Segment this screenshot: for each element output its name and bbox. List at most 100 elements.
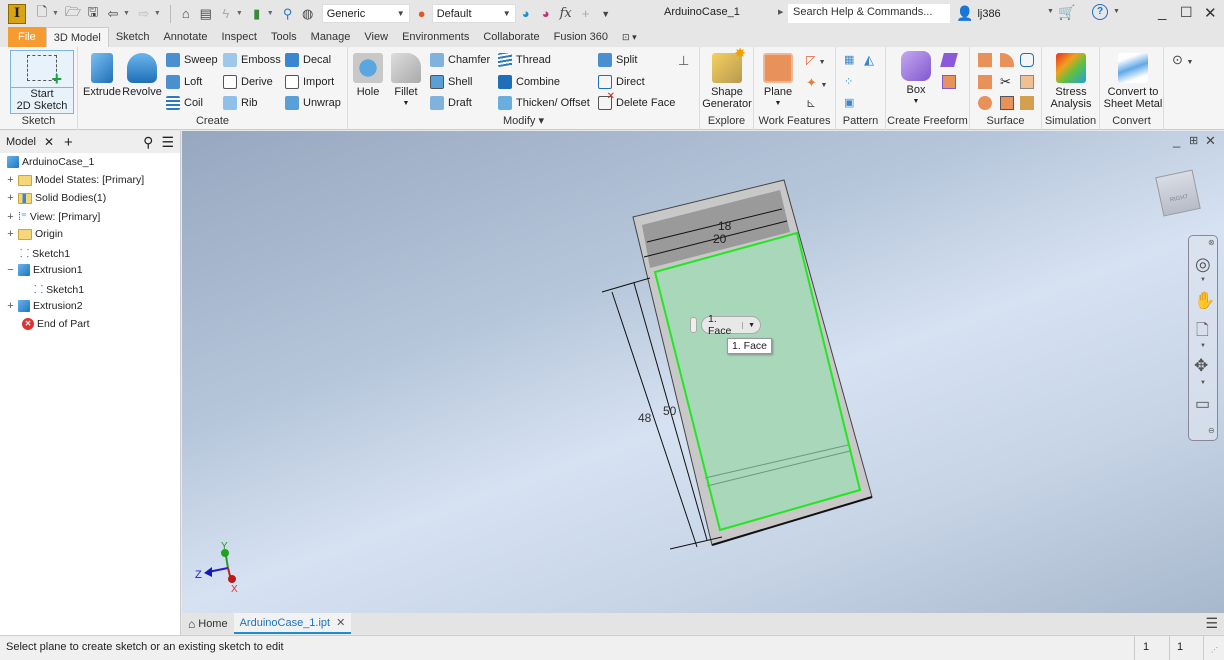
selector-grip[interactable] xyxy=(690,317,697,333)
menu-icon[interactable]: ☰ xyxy=(161,134,174,151)
tree-view[interactable]: + ⁞⁼ View: [Primary] xyxy=(6,210,100,224)
add-tab-icon[interactable]: + xyxy=(64,134,73,151)
navbar-customize-icon[interactable]: ⊖ xyxy=(1208,426,1215,435)
boundary-patch-button[interactable] xyxy=(1000,96,1014,110)
chevron-down-icon[interactable]: ▼ xyxy=(742,321,760,329)
orbit-icon[interactable]: ✥ xyxy=(1194,356,1208,376)
model-tab[interactable]: Model xyxy=(6,136,36,148)
viewport-close[interactable]: ✕ xyxy=(1205,133,1216,149)
dim-48[interactable]: 48 xyxy=(638,411,652,425)
direct-button[interactable]: Direct xyxy=(598,75,645,89)
new-file-icon[interactable]: 🗋 xyxy=(34,3,50,25)
model-canvas[interactable]: 18 20 48 50 Y Z X xyxy=(182,131,1224,613)
modify-panel-label[interactable]: Modify ▾ xyxy=(348,114,699,127)
tab-manage[interactable]: Manage xyxy=(304,27,358,47)
shape-generator-button[interactable]: ✸ Shape Generator xyxy=(702,46,752,110)
save-icon[interactable]: 🖫 xyxy=(85,3,101,25)
user-dropdown[interactable]: ▼ xyxy=(1047,8,1054,15)
search-input[interactable]: Search Help & Commands... xyxy=(788,4,950,23)
collapse-icon[interactable]: − xyxy=(6,264,15,276)
tab-inspect[interactable]: Inspect xyxy=(215,27,264,47)
selected-face[interactable] xyxy=(655,233,860,530)
decal-button[interactable]: Decal xyxy=(285,53,331,67)
draft-button[interactable]: Draft xyxy=(430,96,472,110)
close-button[interactable]: ✕ xyxy=(1204,4,1217,22)
search-expand-icon[interactable]: ▶ xyxy=(778,8,783,16)
trim-button[interactable]: ✂ xyxy=(1000,74,1011,90)
tree-model-states[interactable]: + Model States: [Primary] xyxy=(6,174,144,186)
tab-sketch[interactable]: Sketch xyxy=(109,27,157,47)
ribbon-overflow-button[interactable]: ⊙ ▼ xyxy=(1172,52,1193,68)
steering-dropdown[interactable]: ▼ xyxy=(1200,277,1206,283)
pin-icon[interactable]: ⊥ xyxy=(678,53,689,69)
home-icon[interactable]: ⌂ xyxy=(178,6,194,21)
shell-button[interactable]: Shell xyxy=(430,75,472,89)
plane-button[interactable]: Plane ▼ xyxy=(760,53,796,110)
parameters-icon[interactable]: fx xyxy=(558,6,574,21)
revolve-button[interactable]: Revolve xyxy=(122,53,162,98)
face-selection-dropdown[interactable]: 1. Face ▼ xyxy=(701,313,761,337)
orbit-dropdown[interactable]: ▼ xyxy=(1200,380,1206,386)
undo-icon[interactable]: ⇦ xyxy=(105,6,121,22)
split-button[interactable]: Split xyxy=(598,53,637,67)
tree-solid-bodies[interactable]: + Solid Bodies(1) xyxy=(6,192,106,204)
tree-origin[interactable]: + Origin xyxy=(6,228,63,240)
ilogic-icon[interactable]: ⚲ xyxy=(280,6,296,22)
hole-button[interactable]: Hole xyxy=(350,53,386,98)
coil-button[interactable]: Coil xyxy=(166,96,203,110)
add-icon[interactable]: + xyxy=(578,6,594,21)
search-icon[interactable]: ⚲ xyxy=(143,134,153,151)
loft-button[interactable]: Loft xyxy=(166,75,202,89)
document-menu-icon[interactable]: ☰ xyxy=(1205,615,1218,632)
delete-surface-button[interactable] xyxy=(1020,75,1034,89)
thicken-surface-button[interactable] xyxy=(978,53,992,67)
combine-button[interactable]: Combine xyxy=(498,75,560,89)
select-dropdown[interactable]: ▼ xyxy=(267,10,274,17)
stitch-button[interactable] xyxy=(1000,53,1014,67)
update-dropdown[interactable]: ▼ xyxy=(236,10,243,17)
zoom-icon[interactable]: 🗋 xyxy=(1196,319,1209,346)
point-button[interactable]: ✦ ▼ xyxy=(806,75,827,91)
expand-icon[interactable]: + xyxy=(6,228,15,240)
resize-grip[interactable]: ⋰ xyxy=(1211,646,1218,654)
face-freeform-button[interactable] xyxy=(940,53,958,67)
redo-icon[interactable]: ⇨ xyxy=(136,6,152,22)
look-at-icon[interactable]: ▭ xyxy=(1195,394,1210,414)
dim-20[interactable]: 20 xyxy=(713,232,727,246)
tree-extrusion2[interactable]: + Extrusion2 xyxy=(6,300,83,312)
clear-appearance-icon[interactable]: ◕ xyxy=(538,6,554,21)
customize-icon[interactable]: ▼ xyxy=(598,9,614,19)
import-button[interactable]: Import xyxy=(285,75,334,89)
tree-end-of-part[interactable]: ✕ End of Part xyxy=(22,318,90,330)
sketch-pattern-button[interactable]: ▣ xyxy=(844,96,854,109)
tab-view[interactable]: View xyxy=(357,27,395,47)
app-logo[interactable]: I xyxy=(8,3,26,24)
maximize-button[interactable]: ☐ xyxy=(1180,4,1193,21)
circular-pattern-button[interactable]: ⁘ xyxy=(844,75,853,88)
help-dropdown[interactable]: ▼ xyxy=(1113,8,1120,15)
dim-50[interactable]: 50 xyxy=(663,404,677,418)
tab-tools[interactable]: Tools xyxy=(264,27,304,47)
tree-extrusion1[interactable]: − Extrusion1 xyxy=(6,264,83,276)
rib-button[interactable]: Rib xyxy=(223,96,258,110)
minimize-button[interactable]: _ xyxy=(1158,4,1166,21)
expand-icon[interactable]: + xyxy=(6,192,15,204)
emboss-button[interactable]: Emboss xyxy=(223,53,281,67)
tab-collaborate[interactable]: Collaborate xyxy=(476,27,546,47)
tab-fusion-360[interactable]: Fusion 360 xyxy=(547,27,615,47)
dim-18[interactable]: 18 xyxy=(718,219,732,233)
ribbon-display-toggle[interactable]: ⊡ ▾ xyxy=(615,27,644,47)
help-icon[interactable]: ? xyxy=(1092,4,1108,20)
tree-sketch1[interactable]: ⸬ Sketch1 xyxy=(20,246,70,261)
close-tab-icon[interactable]: ✕ xyxy=(44,135,54,149)
pan-icon[interactable]: ✋ xyxy=(1194,291,1215,311)
material-select[interactable]: Generic ▼ xyxy=(321,4,410,23)
home-tab[interactable]: ⌂ Home xyxy=(182,617,234,631)
axis-button[interactable]: ◸ ▼ xyxy=(806,53,826,67)
viewport-tile[interactable]: ⊞ xyxy=(1189,134,1198,147)
steering-wheel-icon[interactable]: ◎ xyxy=(1195,254,1211,275)
redo-dropdown[interactable]: ▼ xyxy=(154,10,161,17)
sculpt-button[interactable] xyxy=(1020,53,1034,67)
extrude-button[interactable]: Extrude xyxy=(82,53,122,98)
chamfer-button[interactable]: Chamfer xyxy=(430,53,490,67)
